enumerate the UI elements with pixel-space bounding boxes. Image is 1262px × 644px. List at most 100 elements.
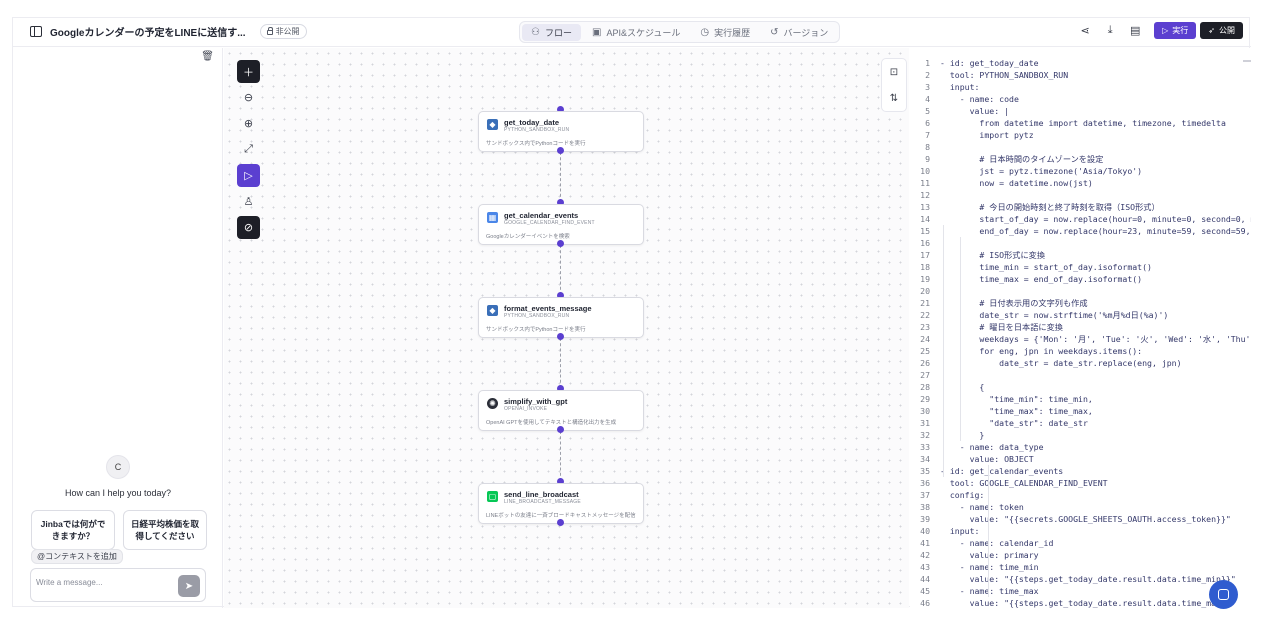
flow-node[interactable]: ✺ simplify_with_gpt OPENAI_INVOKE OpenAI…	[478, 390, 644, 431]
line-number: 14	[920, 214, 930, 224]
person-icon: ♙	[243, 196, 254, 208]
code-text: start_of_day = now.replace(hour=0, minut…	[940, 214, 1251, 224]
flow-node[interactable]: ◆ get_today_date PYTHON_SANDBOX_RUN サンドボ…	[478, 111, 644, 152]
code-text: # ISO形式に変換	[940, 250, 1046, 260]
tab-run-history[interactable]: ◷ 実行履歴	[691, 24, 759, 41]
app-window: Googleカレンダーの予定をLINEに送信す... 非公開 ⚇ フロー ▣ A…	[12, 17, 1251, 608]
tab-run-history-label: 実行履歴	[714, 27, 751, 38]
user-input-button[interactable]: ♙	[237, 190, 260, 213]
tab-flow-label: フロー	[544, 27, 572, 38]
line-number: 28	[920, 382, 930, 392]
run-flow-button[interactable]: ▷	[237, 164, 260, 187]
publish-button-label: 公開	[1219, 26, 1235, 35]
expand-icon: ⤢	[244, 143, 253, 155]
line-number: 2	[925, 70, 930, 80]
publish-button[interactable]: ➶ 公開	[1200, 22, 1243, 39]
line-number: 41	[920, 538, 930, 548]
flow-node[interactable]: ◆ format_events_message PYTHON_SANDBOX_R…	[478, 297, 644, 338]
code-text: input:	[940, 526, 980, 536]
code-text: value: "{{steps.get_today_date.result.da…	[940, 574, 1236, 584]
node-output-handle[interactable]	[557, 240, 564, 247]
code-text: value: "{{steps.get_today_date.result.da…	[940, 598, 1236, 608]
line-number: 34	[920, 454, 930, 464]
run-button[interactable]: ▷ 実行	[1154, 22, 1197, 39]
suggestion-button[interactable]: Jinbaでは何ができますか？	[31, 510, 115, 550]
indent-guide	[988, 465, 989, 597]
code-text: time_max = end_of_day.isoformat()	[940, 274, 1143, 284]
chat-greeting: How can I help you today?	[64, 488, 172, 498]
flow-node[interactable]: ▢ send_line_broadcast LINE_BROADCAST_MES…	[478, 483, 644, 524]
save-icon[interactable]: ▤	[1129, 24, 1141, 37]
line-number: 30	[920, 406, 930, 416]
line-number: 42	[920, 550, 930, 560]
clock-icon: ◷	[700, 26, 710, 38]
line-number: 45	[920, 586, 930, 596]
line-number: 22	[920, 310, 930, 320]
visibility-badge[interactable]: 非公開	[259, 24, 307, 39]
code-text: {	[940, 382, 985, 392]
flow-canvas[interactable]: ＋ ⊖ ⊕ ⤢ ▷ ♙ ⊘ ⊡ ⇅ ◆ get_today_date PYTHO…	[224, 48, 909, 608]
zoom-out-button[interactable]: ⊖	[237, 86, 260, 109]
line-number: 44	[920, 574, 930, 584]
node-description: Googleカレンダーイベントを検索	[486, 234, 570, 240]
node-output-handle[interactable]	[557, 426, 564, 433]
code-text: - name: time_min	[940, 562, 1039, 572]
calendar-icon: ▣	[591, 26, 602, 38]
line-number: 31	[920, 418, 930, 428]
add-context-button[interactable]: @コンテキストを追加	[31, 549, 123, 564]
zoom-out-icon: ⊖	[243, 92, 254, 104]
message-input[interactable]	[36, 578, 171, 587]
flow-node[interactable]: ▦ get_calendar_events GOOGLE_CALENDAR_FI…	[478, 204, 644, 245]
code-text: weekdays = {'Mon': '月', 'Tue': '火', 'Wed…	[940, 334, 1251, 344]
node-description: サンドボックス内でPythonコードを実行	[486, 327, 586, 333]
play-icon: ▷	[244, 170, 253, 182]
trash-icon[interactable]: 🗑	[201, 51, 214, 62]
editor-scroll-indicator[interactable]	[1243, 60, 1251, 62]
node-output-handle[interactable]	[557, 333, 564, 340]
node-tool: OPENAI_INVOKE	[504, 406, 548, 412]
line-number: 32	[920, 430, 930, 440]
tab-api-schedule[interactable]: ▣ API&スケジュール	[583, 24, 689, 41]
zoom-in-button[interactable]: ⊕	[237, 112, 260, 135]
line-number: 24	[920, 334, 930, 344]
code-text: - id: get_today_date	[940, 58, 1039, 68]
line-number: 1	[925, 58, 930, 68]
visibility-label: 非公開	[275, 27, 300, 36]
code-text: "time_max": time_max,	[940, 406, 1093, 416]
node-title: get_today_date	[504, 118, 560, 127]
line-number: 8	[925, 142, 930, 152]
tab-flow[interactable]: ⚇ フロー	[522, 23, 581, 41]
canvas-toolbar: ＋ ⊖ ⊕ ⤢ ▷ ♙ ⊘	[237, 60, 260, 239]
share-icon[interactable]: ⋖	[1079, 24, 1091, 37]
line-number: 10	[920, 166, 930, 176]
tab-version[interactable]: ↺ バージョン	[761, 24, 837, 41]
chat-panel: 🗑 C How can I help you today? Jinbaでは何がで…	[13, 48, 223, 608]
line-number: 38	[920, 502, 930, 512]
node-description: OpenAI GPTを使用してテキストと構造化出力を生成	[486, 420, 617, 426]
node-output-handle[interactable]	[557, 519, 564, 526]
line-number: 36	[920, 478, 930, 488]
code-text: "time_min": time_min,	[940, 394, 1093, 404]
download-icon[interactable]: ⤓	[1104, 24, 1116, 37]
sidebar-toggle-icon[interactable]	[30, 26, 42, 37]
suggestion-button[interactable]: 日経平均株価を取得してください	[123, 510, 207, 550]
minimap-icon[interactable]: ⊡	[890, 67, 898, 78]
node-tool: PYTHON_SANDBOX_RUN	[504, 313, 570, 319]
workflow-title[interactable]: Googleカレンダーの予定をLINEに送信す...	[50, 24, 246, 39]
send-button[interactable]: ➤	[178, 575, 200, 597]
line-number: 16	[920, 238, 930, 248]
add-node-button[interactable]: ＋	[237, 60, 260, 83]
fit-view-button[interactable]: ⤢	[237, 138, 260, 161]
yaml-editor[interactable]: 1 - id: get_today_date 2 tool: PYTHON_SAND…	[910, 48, 1251, 608]
node-output-handle[interactable]	[557, 147, 564, 154]
indent-guide	[943, 225, 944, 477]
sort-icon[interactable]: ⇅	[890, 93, 898, 104]
code-text: date_str = date_str.replace(eng, jpn)	[940, 358, 1182, 368]
play-icon: ▷	[1162, 26, 1169, 35]
grid-off-icon: ⊘	[243, 222, 254, 234]
hide-grid-button[interactable]: ⊘	[237, 216, 260, 239]
node-tool: GOOGLE_CALENDAR_FIND_EVENT	[504, 220, 595, 226]
code-text: value: "{{secrets.GOOGLE_SHEETS_OAUTH.ac…	[940, 514, 1231, 524]
chat-support-button[interactable]	[1209, 580, 1238, 609]
python-icon: ◆	[487, 305, 498, 316]
